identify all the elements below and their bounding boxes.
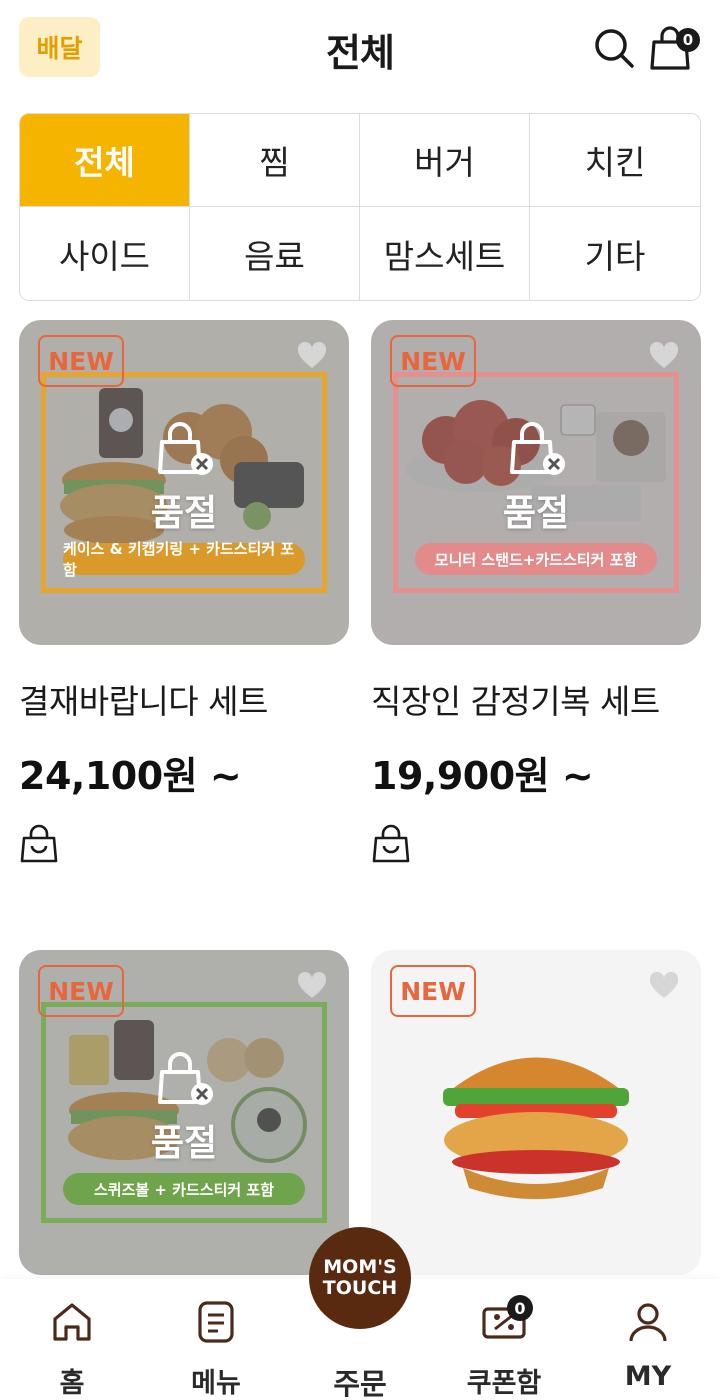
user-icon xyxy=(629,1303,667,1342)
add-to-cart-icon[interactable] xyxy=(371,824,411,864)
new-badge: NEW xyxy=(390,965,476,1017)
product-card[interactable]: 케이스 & 키캡키링 + 카드스티커 포함 NEW 품절 결재바랍니다 세트 2… xyxy=(19,320,349,868)
nav-home-label: 홈 xyxy=(59,1368,85,1399)
coupon-icon-wrap: 0 xyxy=(481,1295,533,1345)
product-image[interactable]: 케이스 & 키캡키링 + 카드스티커 포함 NEW 품절 xyxy=(19,320,349,645)
header: 배달 전체 0 xyxy=(0,0,720,100)
sold-out-indicator: 품절 xyxy=(19,420,349,536)
category-tab-burger[interactable]: 버거 xyxy=(360,114,530,207)
sold-out-label: 품절 xyxy=(502,493,570,534)
nav-home[interactable]: 홈 xyxy=(12,1299,132,1400)
product-price: 19,900원 ~ xyxy=(371,754,594,798)
category-tab-moms-set[interactable]: 맘스세트 xyxy=(360,207,530,300)
heart-icon[interactable] xyxy=(297,342,327,370)
product-price: 24,100원 ~ xyxy=(19,754,242,798)
coupon-count-badge: 0 xyxy=(507,1295,533,1321)
product-image[interactable]: 스퀴즈볼 + 카드스티커 포함 NEW 품절 xyxy=(19,950,349,1275)
category-tab-drink[interactable]: 음료 xyxy=(190,207,360,300)
cart-button[interactable]: 0 xyxy=(648,24,700,72)
add-to-cart-icon[interactable] xyxy=(19,824,59,864)
product-image[interactable]: NEW xyxy=(371,950,701,1275)
category-tabs: 전체 찜 버거 치킨 사이드 음료 맘스세트 기타 xyxy=(19,113,701,301)
order-fab-button[interactable]: MOM'S TOUCH xyxy=(309,1227,411,1329)
category-tab-chicken[interactable]: 치킨 xyxy=(530,114,700,207)
bag-x-icon xyxy=(158,422,213,475)
sold-out-label: 품절 xyxy=(150,493,218,534)
brand-logo-line1: MOM'S xyxy=(323,1256,397,1278)
category-tab-side[interactable]: 사이드 xyxy=(20,207,190,300)
bag-x-icon xyxy=(158,1052,213,1105)
new-badge: NEW xyxy=(38,965,124,1017)
promo-strip: 모니터 스탠드+카드스티커 포함 xyxy=(415,543,657,575)
cart-count-badge: 0 xyxy=(676,28,700,52)
sold-out-indicator: 품절 xyxy=(371,420,701,536)
nav-menu[interactable]: 메뉴 xyxy=(156,1299,276,1400)
promo-strip: 케이스 & 키캡키링 + 카드스티커 포함 xyxy=(63,540,305,579)
heart-icon[interactable] xyxy=(649,342,679,370)
new-badge: NEW xyxy=(38,335,124,387)
category-tab-all[interactable]: 전체 xyxy=(20,114,190,207)
menu-document-icon xyxy=(198,1301,234,1343)
nav-coupon-label: 쿠폰함 xyxy=(466,1368,542,1399)
search-icon xyxy=(595,29,634,68)
nav-my-label: MY xyxy=(624,1361,672,1392)
nav-order-label: 주문 xyxy=(333,1367,387,1400)
product-name: 직장인 감정기복 세트 xyxy=(371,682,660,721)
sold-out-label: 품절 xyxy=(150,1123,218,1164)
brand-logo-line2: TOUCH xyxy=(322,1277,398,1299)
product-card[interactable]: NEW xyxy=(371,950,701,1275)
product-name: 결재바랍니다 세트 xyxy=(19,682,268,721)
product-card[interactable]: 스퀴즈볼 + 카드스티커 포함 NEW 품절 xyxy=(19,950,349,1275)
nav-coupon[interactable]: 0 쿠폰함 xyxy=(444,1295,564,1400)
nav-menu-label: 메뉴 xyxy=(191,1368,241,1399)
heart-icon[interactable] xyxy=(649,972,679,1000)
promo-strip: 스퀴즈볼 + 카드스티커 포함 xyxy=(63,1173,305,1205)
nav-my[interactable]: MY xyxy=(588,1299,708,1392)
sold-out-indicator: 품절 xyxy=(19,1050,349,1166)
category-tab-etc[interactable]: 기타 xyxy=(530,207,700,300)
search-button[interactable] xyxy=(590,24,638,72)
heart-icon[interactable] xyxy=(297,972,327,1000)
product-card[interactable]: 모니터 스탠드+카드스티커 포함 NEW 품절 직장인 감정기복 세트 19,9… xyxy=(371,320,701,868)
new-badge: NEW xyxy=(390,335,476,387)
home-icon xyxy=(53,1303,91,1341)
bag-x-icon xyxy=(510,422,565,475)
product-image[interactable]: 모니터 스탠드+카드스티커 포함 NEW 품절 xyxy=(371,320,701,645)
category-tab-favorites[interactable]: 찜 xyxy=(190,114,360,207)
